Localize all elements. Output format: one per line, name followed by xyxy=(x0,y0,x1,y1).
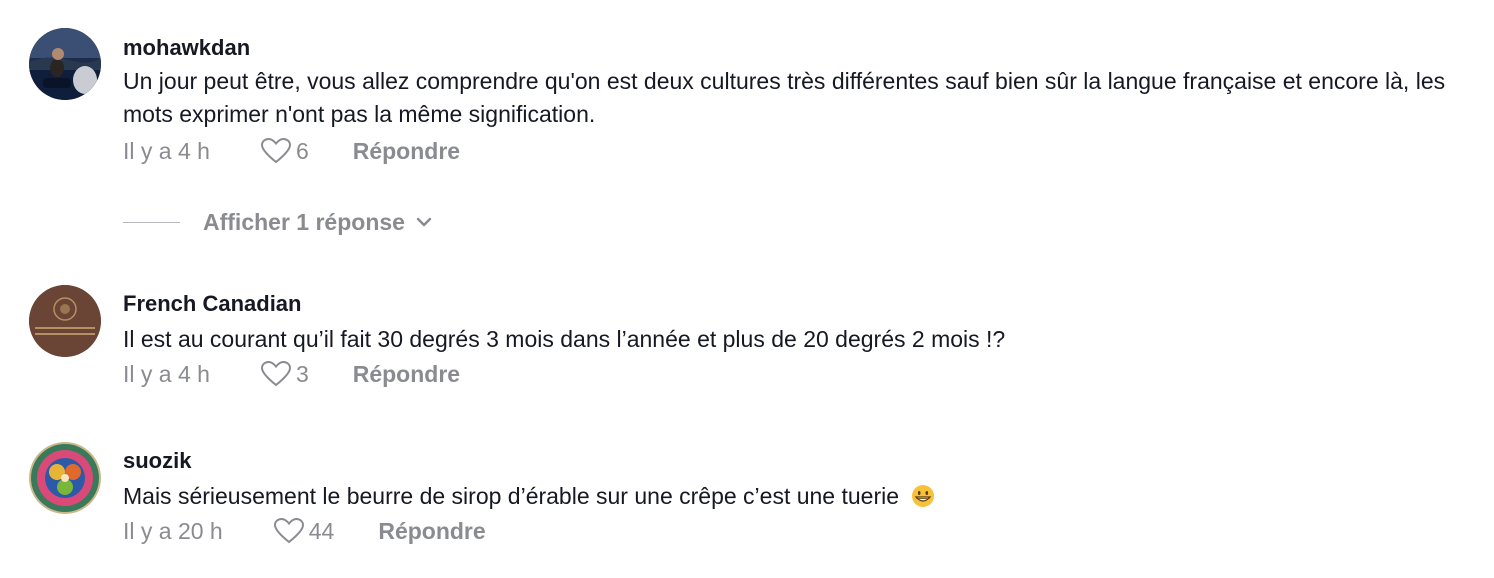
comment-meta: Il y a 4 h 6 Répondre xyxy=(123,136,460,166)
comment-time: Il y a 4 h xyxy=(123,360,210,387)
like-count: 6 xyxy=(295,137,309,164)
avatar[interactable] xyxy=(29,285,101,357)
reply-button[interactable]: Répondre xyxy=(353,361,460,388)
reply-button[interactable]: Répondre xyxy=(353,138,460,165)
view-replies-label: Afficher 1 réponse xyxy=(203,208,405,235)
landscape-photo-avatar-icon xyxy=(29,28,101,100)
like-count: 44 xyxy=(308,517,335,544)
comment-text: Un jour peut être, vous allez comprendre… xyxy=(123,68,1446,127)
comment-time: Il y a 4 h xyxy=(123,137,210,164)
like-button[interactable]: 3 xyxy=(260,360,309,388)
avatar[interactable] xyxy=(29,28,101,100)
like-button[interactable]: 44 xyxy=(273,517,335,545)
comment-time: Il y a 20 h xyxy=(123,517,223,544)
chevron-down-icon xyxy=(416,217,432,227)
comment-username[interactable]: suozik xyxy=(123,447,191,475)
view-replies-button[interactable]: Afficher 1 réponse xyxy=(123,207,433,237)
comment-meta: Il y a 4 h 3 Répondre xyxy=(123,359,460,389)
comment-username[interactable]: mohawkdan xyxy=(123,34,250,62)
replies-divider xyxy=(123,221,180,223)
avatar[interactable] xyxy=(29,442,101,514)
heart-icon xyxy=(260,137,291,164)
comment-text: Mais sérieusement le beurre de sirop d’é… xyxy=(123,480,1483,513)
passport-cover-avatar-icon xyxy=(29,285,101,357)
heart-icon xyxy=(260,360,291,387)
comment-text: Il est au courant qu’il fait 30 degrés 3… xyxy=(123,326,1006,352)
comment-username[interactable]: French Canadian xyxy=(123,290,301,318)
reply-button[interactable]: Répondre xyxy=(378,518,485,545)
like-button[interactable]: 6 xyxy=(260,137,309,165)
grinning-face-emoji-icon xyxy=(912,485,935,507)
heart-icon xyxy=(273,517,304,544)
comment-text-content: Mais sérieusement le beurre de sirop d’é… xyxy=(123,483,900,509)
like-count: 3 xyxy=(295,360,309,387)
comment-meta: Il y a 20 h 44 Répondre xyxy=(123,516,486,546)
celtic-triskele-avatar-icon xyxy=(29,442,101,514)
